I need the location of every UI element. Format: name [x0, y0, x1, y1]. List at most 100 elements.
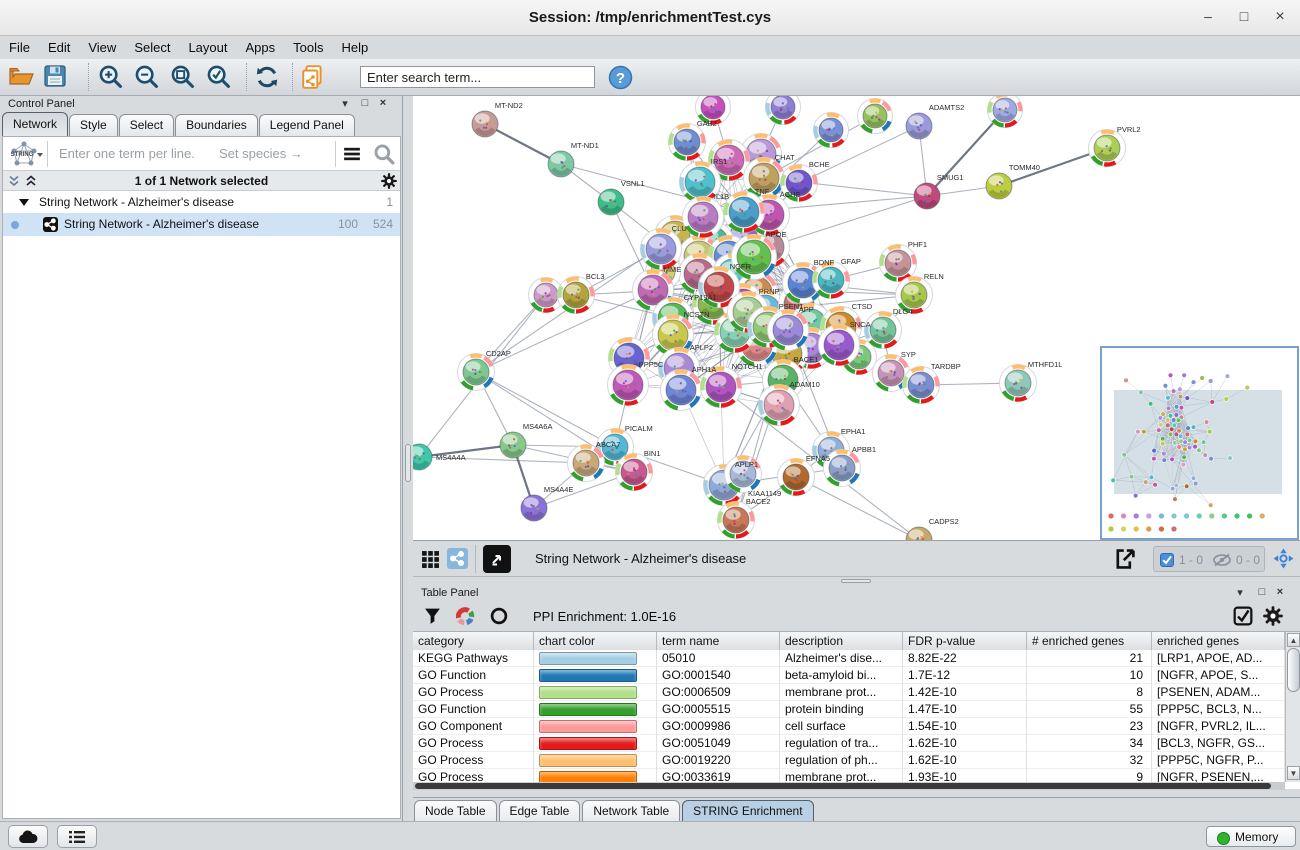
tab-network[interactable]: Network — [2, 112, 68, 136]
table-row[interactable]: GO ProcessGO:0019220regulation of ph...1… — [413, 752, 1285, 769]
string-options-button[interactable] — [343, 146, 361, 162]
node[interactable] — [766, 96, 801, 125]
maximize-button[interactable]: □ — [1232, 8, 1256, 24]
menu-view[interactable]: View — [79, 36, 125, 58]
splitter-handle[interactable] — [405, 444, 411, 482]
network-options-gear-icon[interactable] — [381, 173, 397, 189]
node-CLU[interactable] — [641, 229, 682, 270]
table-row[interactable]: GO FunctionGO:0001540beta-amyloid bi...1… — [413, 667, 1285, 684]
node-TNF[interactable] — [724, 192, 765, 233]
node-SNCA[interactable] — [819, 325, 860, 366]
node-APH1A[interactable] — [661, 370, 702, 411]
node[interactable] — [988, 96, 1023, 128]
table-vertical-scrollbar[interactable]: ▲ ▼ — [1285, 632, 1300, 782]
tab-node-table[interactable]: Node Table — [414, 800, 497, 822]
menu-apps[interactable]: Apps — [237, 36, 285, 58]
node-EFNA5[interactable] — [778, 459, 815, 496]
node-MT-ND1[interactable] — [548, 151, 574, 177]
enrichment-settings-gear-icon[interactable] — [1263, 606, 1283, 626]
node-MT-ND2[interactable] — [472, 111, 498, 137]
cloud-tasks-button[interactable] — [8, 825, 48, 848]
tab-edge-table[interactable]: Edge Table — [499, 800, 581, 822]
node-MS4A6A[interactable] — [500, 432, 526, 458]
select-rows-checkbox-icon[interactable] — [1233, 606, 1253, 626]
menu-layout[interactable]: Layout — [179, 36, 236, 58]
node-MS4A4A[interactable] — [413, 444, 432, 470]
detach-view-button[interactable] — [483, 545, 511, 571]
menu-file[interactable]: File — [0, 36, 39, 58]
export-network-button[interactable] — [1113, 547, 1137, 573]
table-row[interactable]: GO ProcessGO:0051049regulation of tra...… — [413, 735, 1285, 752]
tab-network-table[interactable]: Network Table — [582, 800, 680, 822]
birds-eye-view[interactable] — [1100, 346, 1299, 540]
node-GAB2[interactable] — [669, 124, 706, 161]
menu-help[interactable]: Help — [333, 36, 378, 58]
float-panel-icon[interactable]: ▾ — [338, 97, 352, 110]
table-row[interactable]: GO ProcessGO:0033619membrane prot...1.93… — [413, 769, 1285, 782]
title-bar[interactable]: Session: /tmp/enrichmentTest.cys – □ × — [0, 0, 1300, 36]
tab-legend-panel[interactable]: Legend Panel — [259, 114, 355, 136]
filter-funnel-icon[interactable] — [423, 607, 442, 626]
node-MTHFD1L[interactable] — [1000, 365, 1037, 402]
table-row[interactable]: KEGG Pathways05010Alzheimer's dise...8.8… — [413, 650, 1285, 667]
undock-panel-icon[interactable]: □ — [1255, 586, 1269, 598]
network-canvas[interactable]: MT-ND2MT-ND1VSNL1GAB2ADAMTS2PVRL2SMUG1TO… — [413, 96, 1300, 541]
task-history-button[interactable] — [57, 825, 97, 848]
scroll-down-button[interactable]: ▼ — [1287, 766, 1300, 780]
hidden-eye-icon[interactable] — [1212, 553, 1232, 567]
zoom-selected-button[interactable] — [206, 64, 236, 91]
tree-expand-caret[interactable] — [19, 199, 29, 206]
close-button[interactable]: × — [1268, 8, 1292, 26]
string-query-input[interactable]: Enter one term per line. — [59, 146, 195, 161]
splitter-handle[interactable] — [841, 579, 871, 583]
grid-view-button[interactable] — [421, 550, 440, 576]
open-session-button[interactable] — [8, 64, 38, 91]
node-BCL3[interactable] — [558, 277, 595, 314]
tab-string-enrichment[interactable]: STRING Enrichment — [682, 800, 813, 822]
node-CD2AP[interactable] — [458, 354, 495, 391]
minimize-button[interactable]: – — [1196, 8, 1220, 24]
table-row[interactable]: GO FunctionGO:0005515protein binding1.47… — [413, 701, 1285, 718]
close-panel-icon[interactable]: × — [1273, 586, 1287, 598]
node-CADPS2[interactable] — [906, 527, 932, 541]
tab-style[interactable]: Style — [69, 114, 118, 136]
float-panel-icon[interactable]: ▾ — [1233, 586, 1247, 599]
node-SMUG1[interactable] — [914, 183, 940, 209]
menu-tools[interactable]: Tools — [284, 36, 332, 58]
node-GFAP[interactable] — [813, 262, 850, 299]
save-session-button[interactable] — [44, 64, 74, 91]
tab-select[interactable]: Select — [119, 114, 174, 136]
horizontal-splitter[interactable] — [413, 577, 1300, 585]
table-horizontal-scrollbar[interactable] — [413, 782, 1285, 790]
string-search-button[interactable] — [373, 143, 395, 165]
node-ABCA7[interactable] — [568, 445, 605, 482]
undock-panel-icon[interactable]: □ — [358, 97, 372, 109]
node-BIN1[interactable] — [616, 454, 653, 491]
node-TARDBP[interactable] — [903, 367, 940, 404]
zoom-fit-button[interactable] — [170, 64, 200, 91]
tab-boundaries[interactable]: Boundaries — [175, 114, 258, 136]
vertical-splitter[interactable] — [403, 96, 413, 821]
menu-select[interactable]: Select — [125, 36, 179, 58]
help-button[interactable]: ? — [608, 65, 638, 92]
zoom-in-button[interactable] — [98, 64, 128, 91]
node-APOE[interactable] — [732, 235, 777, 280]
close-panel-icon[interactable]: × — [376, 97, 390, 109]
node[interactable] — [858, 99, 893, 134]
ring-chart-icon[interactable] — [489, 606, 509, 626]
node-TOMM40[interactable] — [986, 173, 1012, 199]
set-species-label[interactable]: Set species → — [219, 146, 303, 161]
node-PHF1[interactable] — [880, 245, 917, 282]
node-IL1B[interactable] — [683, 197, 724, 238]
network-collection-row[interactable]: String Network - Alzheimer's disease 1 — [3, 191, 400, 213]
chart-donut-icon[interactable] — [455, 606, 475, 626]
node-VSNL1[interactable] — [598, 189, 624, 215]
node-BACE2[interactable] — [718, 502, 755, 539]
zoom-out-button[interactable] — [134, 64, 164, 91]
node-APP[interactable] — [768, 310, 809, 351]
node-PVRL2[interactable] — [1089, 130, 1126, 167]
selected-checkbox-icon[interactable] — [1160, 553, 1174, 567]
scroll-up-button[interactable]: ▲ — [1287, 633, 1300, 647]
string-share-button[interactable] — [447, 548, 468, 574]
refresh-button[interactable] — [254, 64, 284, 91]
